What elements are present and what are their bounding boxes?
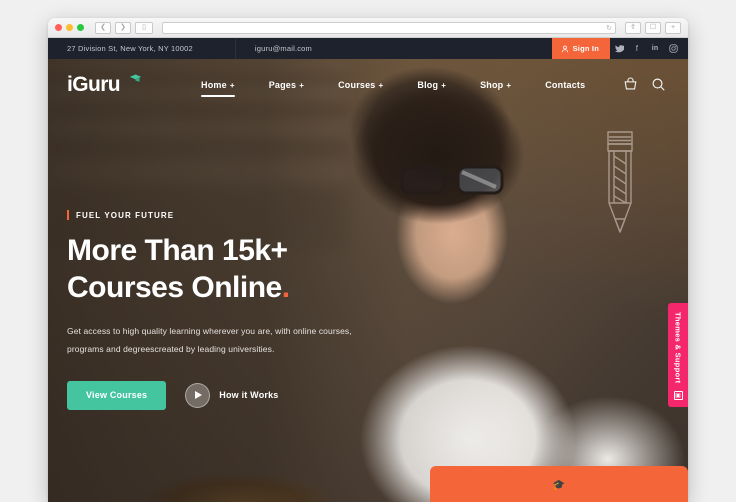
monitor-icon: ▣ xyxy=(673,391,683,401)
twitter-icon[interactable] xyxy=(610,38,628,59)
sidebar-toggle-button[interactable]: ▯ xyxy=(135,21,153,34)
back-button[interactable]: ❮ xyxy=(95,21,111,34)
nav-item-shop[interactable]: Shop + xyxy=(463,59,528,111)
submenu-plus-icon: + xyxy=(378,80,384,90)
nav-item-label: Shop xyxy=(480,80,504,90)
submenu-plus-icon: + xyxy=(229,80,235,90)
new-tab-icon[interactable]: + xyxy=(665,21,681,34)
linkedin-icon[interactable]: in xyxy=(646,38,664,59)
site-logo[interactable]: i Guru xyxy=(67,73,157,97)
instagram-icon[interactable] xyxy=(664,38,682,59)
nav-item-home[interactable]: Home + xyxy=(184,59,252,111)
sign-in-label: Sign In xyxy=(572,44,599,53)
themes-support-label: Themes & Support xyxy=(673,312,683,384)
close-window-button[interactable] xyxy=(55,24,62,31)
eyeglasses-detail xyxy=(400,165,504,195)
minimize-window-button[interactable] xyxy=(66,24,73,31)
logo-name: Guru xyxy=(72,73,121,96)
address-bar[interactable]: ↻ xyxy=(162,21,616,34)
utility-topbar: 27 Division St, New York, NY 10002 iguru… xyxy=(48,38,688,59)
headline-line-1: More Than 15k+ xyxy=(67,234,288,267)
browser-window: ❮ ❯ ▯ ↻ ⇮ ☐ + 27 Division St, New York, … xyxy=(48,18,688,502)
nav-item-label: Pages xyxy=(268,80,297,90)
graduation-cap-icon: 🎓 xyxy=(552,480,566,491)
cart-icon[interactable] xyxy=(623,77,640,94)
how-it-works-link[interactable]: How it Works xyxy=(185,382,279,408)
headline-accent-dot: . xyxy=(281,270,290,304)
nav-item-label: Blog xyxy=(417,80,439,90)
search-icon[interactable] xyxy=(651,77,668,94)
address-text: 27 Division St, New York, NY 10002 xyxy=(67,44,193,53)
play-icon[interactable] xyxy=(185,382,211,408)
submenu-plus-icon: + xyxy=(299,80,305,90)
nav-item-label: Home xyxy=(201,80,227,90)
forward-button[interactable]: ❯ xyxy=(115,21,131,34)
page-title: More Than 15k+ Courses Online. xyxy=(67,233,397,306)
nav-item-pages[interactable]: Pages + xyxy=(252,59,321,111)
nav-actions xyxy=(623,77,688,94)
view-courses-button[interactable]: View Courses xyxy=(67,380,167,410)
window-controls xyxy=(55,24,84,31)
toolbar-actions: ⇮ ☐ + xyxy=(625,21,681,34)
logo-prefix: i xyxy=(67,73,73,96)
eyebrow-label: FUEL YOUR FUTURE xyxy=(76,210,175,220)
graduation-cap-icon xyxy=(129,74,142,82)
hero-subtext: Get access to high quality learning wher… xyxy=(67,326,352,355)
nav-item-courses[interactable]: Courses + xyxy=(321,59,400,111)
nav-item-contacts[interactable]: Contacts xyxy=(528,59,602,111)
headline-line-2: Courses Online xyxy=(67,270,282,304)
nav-item-label: Contacts xyxy=(545,80,586,90)
submenu-plus-icon: + xyxy=(441,80,447,90)
main-navigation: i Guru Home + Pages + Courses + Blog + S… xyxy=(48,59,688,111)
email-link[interactable]: iguru@mail.com xyxy=(236,44,312,53)
maximize-window-button[interactable] xyxy=(77,24,84,31)
sign-in-button[interactable]: Sign In xyxy=(551,38,610,59)
hero-content: FUEL YOUR FUTURE More Than 15k+ Courses … xyxy=(67,210,397,410)
user-icon xyxy=(561,45,568,52)
hero-cta-row: View Courses How it Works xyxy=(67,380,397,410)
nav-item-label: Courses xyxy=(338,80,376,90)
reload-icon[interactable]: ↻ xyxy=(606,24,612,32)
how-it-works-label: How it Works xyxy=(219,390,279,401)
eyebrow-accent-bar xyxy=(67,210,69,220)
submenu-plus-icon: + xyxy=(506,80,512,90)
themes-support-tab[interactable]: Themes & Support ▣ xyxy=(668,303,688,408)
website-viewport: 27 Division St, New York, NY 10002 iguru… xyxy=(48,38,688,502)
social-links: f in xyxy=(610,38,688,59)
pencil-doodle-icon xyxy=(607,131,633,233)
bottom-promo-card[interactable]: 🎓 xyxy=(430,466,688,502)
facebook-icon[interactable]: f xyxy=(628,38,646,59)
nav-item-blog[interactable]: Blog + xyxy=(400,59,463,111)
nav-menu: Home + Pages + Courses + Blog + Shop + C… xyxy=(184,59,602,111)
share-icon[interactable]: ⇮ xyxy=(625,21,641,34)
hero-eyebrow: FUEL YOUR FUTURE xyxy=(67,210,397,220)
browser-toolbar: ❮ ❯ ▯ ↻ ⇮ ☐ + xyxy=(48,18,688,38)
show-tabs-icon[interactable]: ☐ xyxy=(645,21,661,34)
